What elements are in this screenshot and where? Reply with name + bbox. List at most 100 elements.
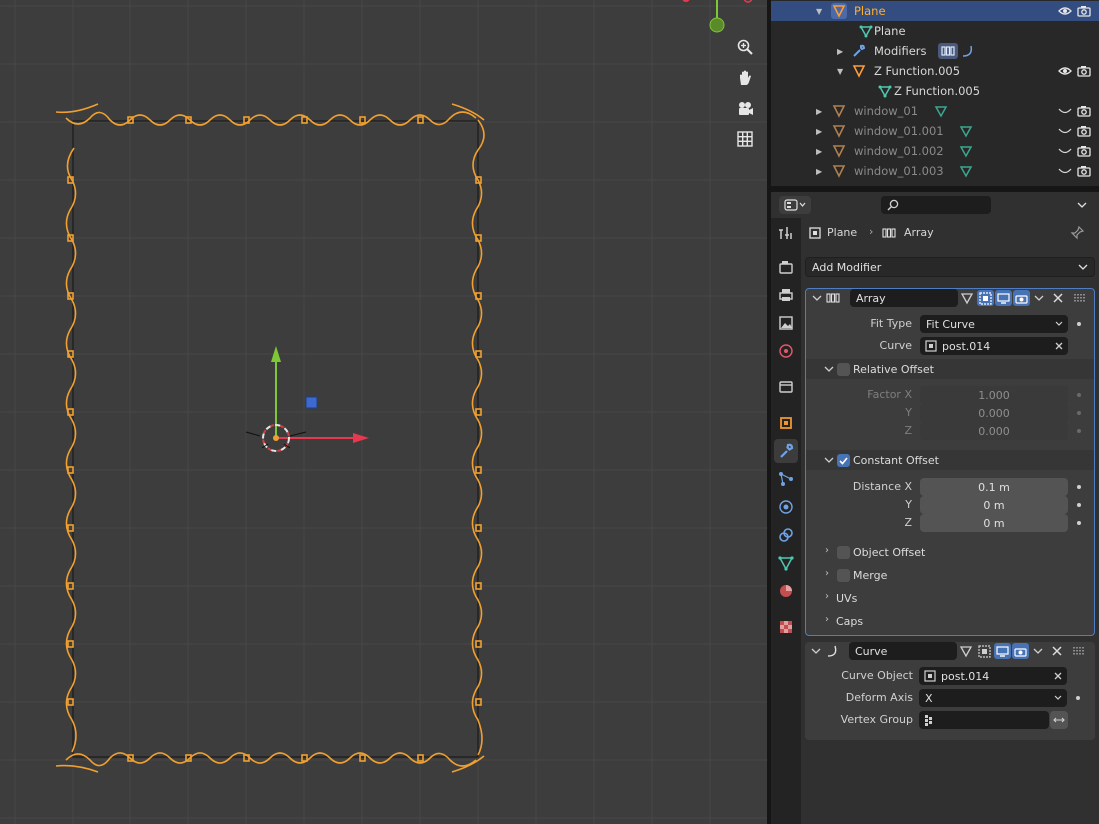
invert-toggle[interactable] xyxy=(1050,711,1068,729)
eye-icon[interactable] xyxy=(1057,3,1073,19)
hand-pan-icon[interactable] xyxy=(733,66,757,90)
constant-offset-subpanel-header[interactable]: Constant Offset xyxy=(806,450,1094,470)
deform-axis-dropdown[interactable]: X xyxy=(919,689,1067,707)
chevron-down-icon[interactable] xyxy=(811,648,821,654)
viewport-display-toggle[interactable] xyxy=(995,290,1012,306)
collapse-arrow-icon[interactable]: ▼ xyxy=(837,67,843,76)
distance-z-field[interactable]: 0 m xyxy=(920,514,1068,532)
properties-search-input[interactable] xyxy=(881,196,991,214)
eye-icon[interactable] xyxy=(1057,63,1073,79)
vertex-group-field[interactable] xyxy=(919,711,1049,729)
expand-arrow-icon[interactable]: ▶ xyxy=(816,167,822,176)
chevron-down-icon[interactable] xyxy=(812,295,822,301)
object-offset-subpanel-header[interactable]: › Object Offset xyxy=(806,542,1094,562)
render-camera-icon[interactable] xyxy=(1076,63,1092,79)
pin-icon[interactable] xyxy=(1069,225,1085,241)
render-camera-icon[interactable] xyxy=(1076,143,1092,159)
factor-x-field[interactable]: 1.000 xyxy=(920,386,1068,404)
object-offset-checkbox[interactable] xyxy=(837,546,850,559)
tab-data[interactable] xyxy=(774,551,798,575)
caps-subpanel-header[interactable]: › Caps xyxy=(806,611,1094,631)
viewport-display-toggle[interactable] xyxy=(994,643,1011,659)
tab-modifiers[interactable] xyxy=(774,439,798,463)
tab-constraints[interactable] xyxy=(774,523,798,547)
clear-icon[interactable] xyxy=(1055,342,1063,350)
add-modifier-dropdown[interactable]: Add Modifier xyxy=(805,257,1095,277)
factor-y-field[interactable]: 0.000 xyxy=(920,404,1068,422)
keyframe-dot[interactable] xyxy=(1076,696,1080,700)
camera-view-icon[interactable] xyxy=(733,97,757,121)
keyframe-dot[interactable] xyxy=(1077,411,1081,415)
relative-offset-subpanel-header[interactable]: Relative Offset xyxy=(806,359,1094,379)
curve-object-field[interactable]: post.014 xyxy=(920,337,1068,355)
clear-icon[interactable] xyxy=(1054,672,1062,680)
distance-x-field[interactable]: 0.1 m xyxy=(920,478,1068,496)
merge-checkbox[interactable] xyxy=(837,569,850,582)
edit-cage-icon[interactable] xyxy=(959,290,975,306)
relative-offset-checkbox[interactable] xyxy=(837,363,850,376)
expand-arrow-icon[interactable]: ▶ xyxy=(837,47,843,56)
grid-ortho-icon[interactable] xyxy=(733,127,757,151)
collapse-arrow-icon[interactable]: ▼ xyxy=(816,7,822,16)
tab-object[interactable] xyxy=(774,411,798,435)
close-icon[interactable] xyxy=(1049,643,1065,659)
outliner-row-plane[interactable]: ▼ Plane xyxy=(771,1,1099,21)
constant-offset-checkbox[interactable] xyxy=(837,454,850,467)
tab-texture[interactable] xyxy=(774,615,798,639)
distance-y-field[interactable]: 0 m xyxy=(920,496,1068,514)
tab-collection[interactable] xyxy=(774,375,798,399)
tab-view-layer[interactable] xyxy=(774,311,798,335)
fit-type-dropdown[interactable]: Fit Curve xyxy=(920,315,1068,333)
tab-render[interactable] xyxy=(774,255,798,279)
outliner-row-zfunction-mesh[interactable]: Z Function.005 xyxy=(771,81,1099,101)
modifier-name-input[interactable]: Curve xyxy=(849,642,957,660)
outliner-row-modifiers[interactable]: ▶ Modifiers xyxy=(771,41,1099,61)
factor-z-field[interactable]: 0.000 xyxy=(920,422,1068,440)
edit-mode-toggle[interactable] xyxy=(976,643,993,659)
expand-arrow-icon[interactable]: ▶ xyxy=(816,107,822,116)
render-toggle[interactable] xyxy=(1013,290,1030,306)
edit-mode-toggle[interactable] xyxy=(977,290,994,306)
eye-closed-icon[interactable] xyxy=(1057,163,1073,179)
render-camera-icon[interactable] xyxy=(1076,123,1092,139)
render-camera-icon[interactable] xyxy=(1076,3,1092,19)
modifier-menu-dropdown[interactable] xyxy=(1032,290,1046,306)
outliner-row-window[interactable]: ▶ window_01.001 xyxy=(771,121,1099,141)
outliner-row-mesh[interactable]: Plane xyxy=(771,21,1099,41)
tab-physics[interactable] xyxy=(774,495,798,519)
keyframe-dot[interactable] xyxy=(1077,322,1081,326)
render-camera-icon[interactable] xyxy=(1076,103,1092,119)
outliner-row-window[interactable]: ▶ window_01.002 xyxy=(771,141,1099,161)
tab-output[interactable] xyxy=(774,283,798,307)
tab-material[interactable] xyxy=(774,579,798,603)
close-icon[interactable] xyxy=(1050,290,1066,306)
tab-tool[interactable] xyxy=(774,221,798,245)
outliner-row-window[interactable]: ▶ window_01 xyxy=(771,101,1099,121)
keyframe-dot[interactable] xyxy=(1077,429,1081,433)
eye-closed-icon[interactable] xyxy=(1057,103,1073,119)
render-toggle[interactable] xyxy=(1012,643,1029,659)
eye-closed-icon[interactable] xyxy=(1057,123,1073,139)
outliner-row-zfunction-object[interactable]: ▼ Z Function.005 xyxy=(771,61,1099,81)
options-dropdown[interactable] xyxy=(1073,197,1091,213)
merge-subpanel-header[interactable]: › Merge xyxy=(806,565,1094,585)
3d-viewport[interactable] xyxy=(0,0,767,824)
uvs-subpanel-header[interactable]: › UVs xyxy=(806,588,1094,608)
eye-closed-icon[interactable] xyxy=(1057,143,1073,159)
modifier-menu-dropdown[interactable] xyxy=(1031,643,1045,659)
zoom-icon[interactable] xyxy=(733,35,757,59)
render-camera-icon[interactable] xyxy=(1076,163,1092,179)
editor-type-dropdown[interactable] xyxy=(779,196,811,214)
tab-scene[interactable] xyxy=(774,339,798,363)
expand-arrow-icon[interactable]: ▶ xyxy=(816,127,822,136)
keyframe-dot[interactable] xyxy=(1077,485,1081,489)
keyframe-dot[interactable] xyxy=(1077,393,1081,397)
outliner-row-window[interactable]: ▶ window_01.003 xyxy=(771,161,1099,181)
drag-handle-icon[interactable] xyxy=(1072,290,1088,306)
keyframe-dot[interactable] xyxy=(1077,503,1081,507)
drag-handle-icon[interactable] xyxy=(1071,643,1087,659)
curve-object-field[interactable]: post.014 xyxy=(919,667,1067,685)
tab-particles[interactable] xyxy=(774,467,798,491)
expand-arrow-icon[interactable]: ▶ xyxy=(816,147,822,156)
modifier-name-input[interactable]: Array xyxy=(850,289,958,307)
